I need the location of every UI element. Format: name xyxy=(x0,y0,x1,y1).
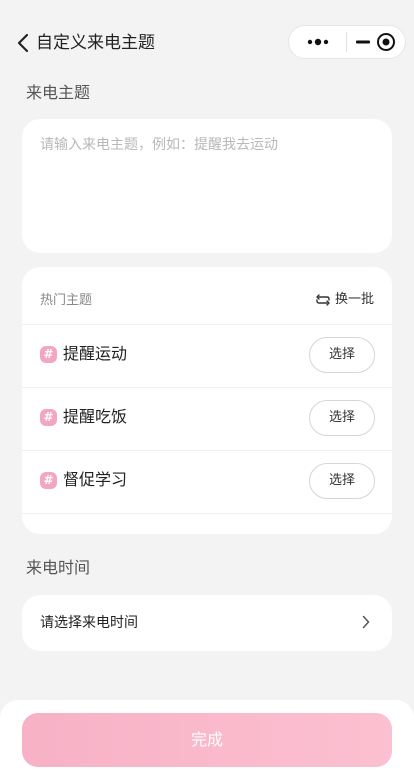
close-mini-program-button[interactable] xyxy=(376,32,396,52)
mini-program-capsule xyxy=(288,25,406,59)
header: 自定义来电主题 xyxy=(0,0,414,86)
chevron-right-icon xyxy=(362,615,370,629)
select-button[interactable]: 选择 xyxy=(309,337,375,373)
theme-section-label: 来电主题 xyxy=(26,83,91,102)
page-title: 自定义来电主题 xyxy=(36,33,155,53)
refresh-icon xyxy=(316,294,330,306)
minimize-button[interactable] xyxy=(356,40,371,44)
chevron-left-icon xyxy=(17,33,29,53)
hot-topic-row: # 提醒吃饭 选择 xyxy=(22,388,392,450)
hot-topics-title: 热门主题 xyxy=(40,293,93,308)
divider xyxy=(22,513,392,514)
done-button[interactable]: 完成 xyxy=(22,713,392,767)
time-picker-placeholder: 请选择来电时间 xyxy=(40,615,138,631)
hot-topic-row: # 提醒运动 选择 xyxy=(22,325,392,387)
hashtag-icon: # xyxy=(40,472,57,489)
theme-input[interactable] xyxy=(40,133,374,239)
hot-topic-label: 提醒吃饭 xyxy=(63,407,128,426)
hot-topic-label: 提醒运动 xyxy=(63,344,128,363)
hot-topics-card: 热门主题 换一批 # 提醒运动 选择 # 提醒吃饭 选择 # 督促学习 选择 xyxy=(22,267,392,534)
more-options-button[interactable] xyxy=(289,26,346,58)
back-button[interactable] xyxy=(12,30,34,56)
hot-topic-label: 督促学习 xyxy=(63,470,128,489)
select-button[interactable]: 选择 xyxy=(309,400,375,436)
hashtag-icon: # xyxy=(40,346,57,363)
hot-topic-row: # 督促学习 选择 xyxy=(22,451,392,513)
time-section-label: 来电时间 xyxy=(26,558,91,577)
hashtag-icon: # xyxy=(40,409,57,426)
theme-input-card xyxy=(22,119,392,253)
more-dots-icon xyxy=(307,38,328,46)
refresh-label: 换一批 xyxy=(334,292,374,307)
refresh-button[interactable]: 换一批 xyxy=(316,290,374,310)
target-circle-icon xyxy=(377,33,396,51)
select-button[interactable]: 选择 xyxy=(309,463,375,499)
time-picker[interactable]: 请选择来电时间 xyxy=(22,595,392,651)
minus-icon xyxy=(356,40,371,44)
